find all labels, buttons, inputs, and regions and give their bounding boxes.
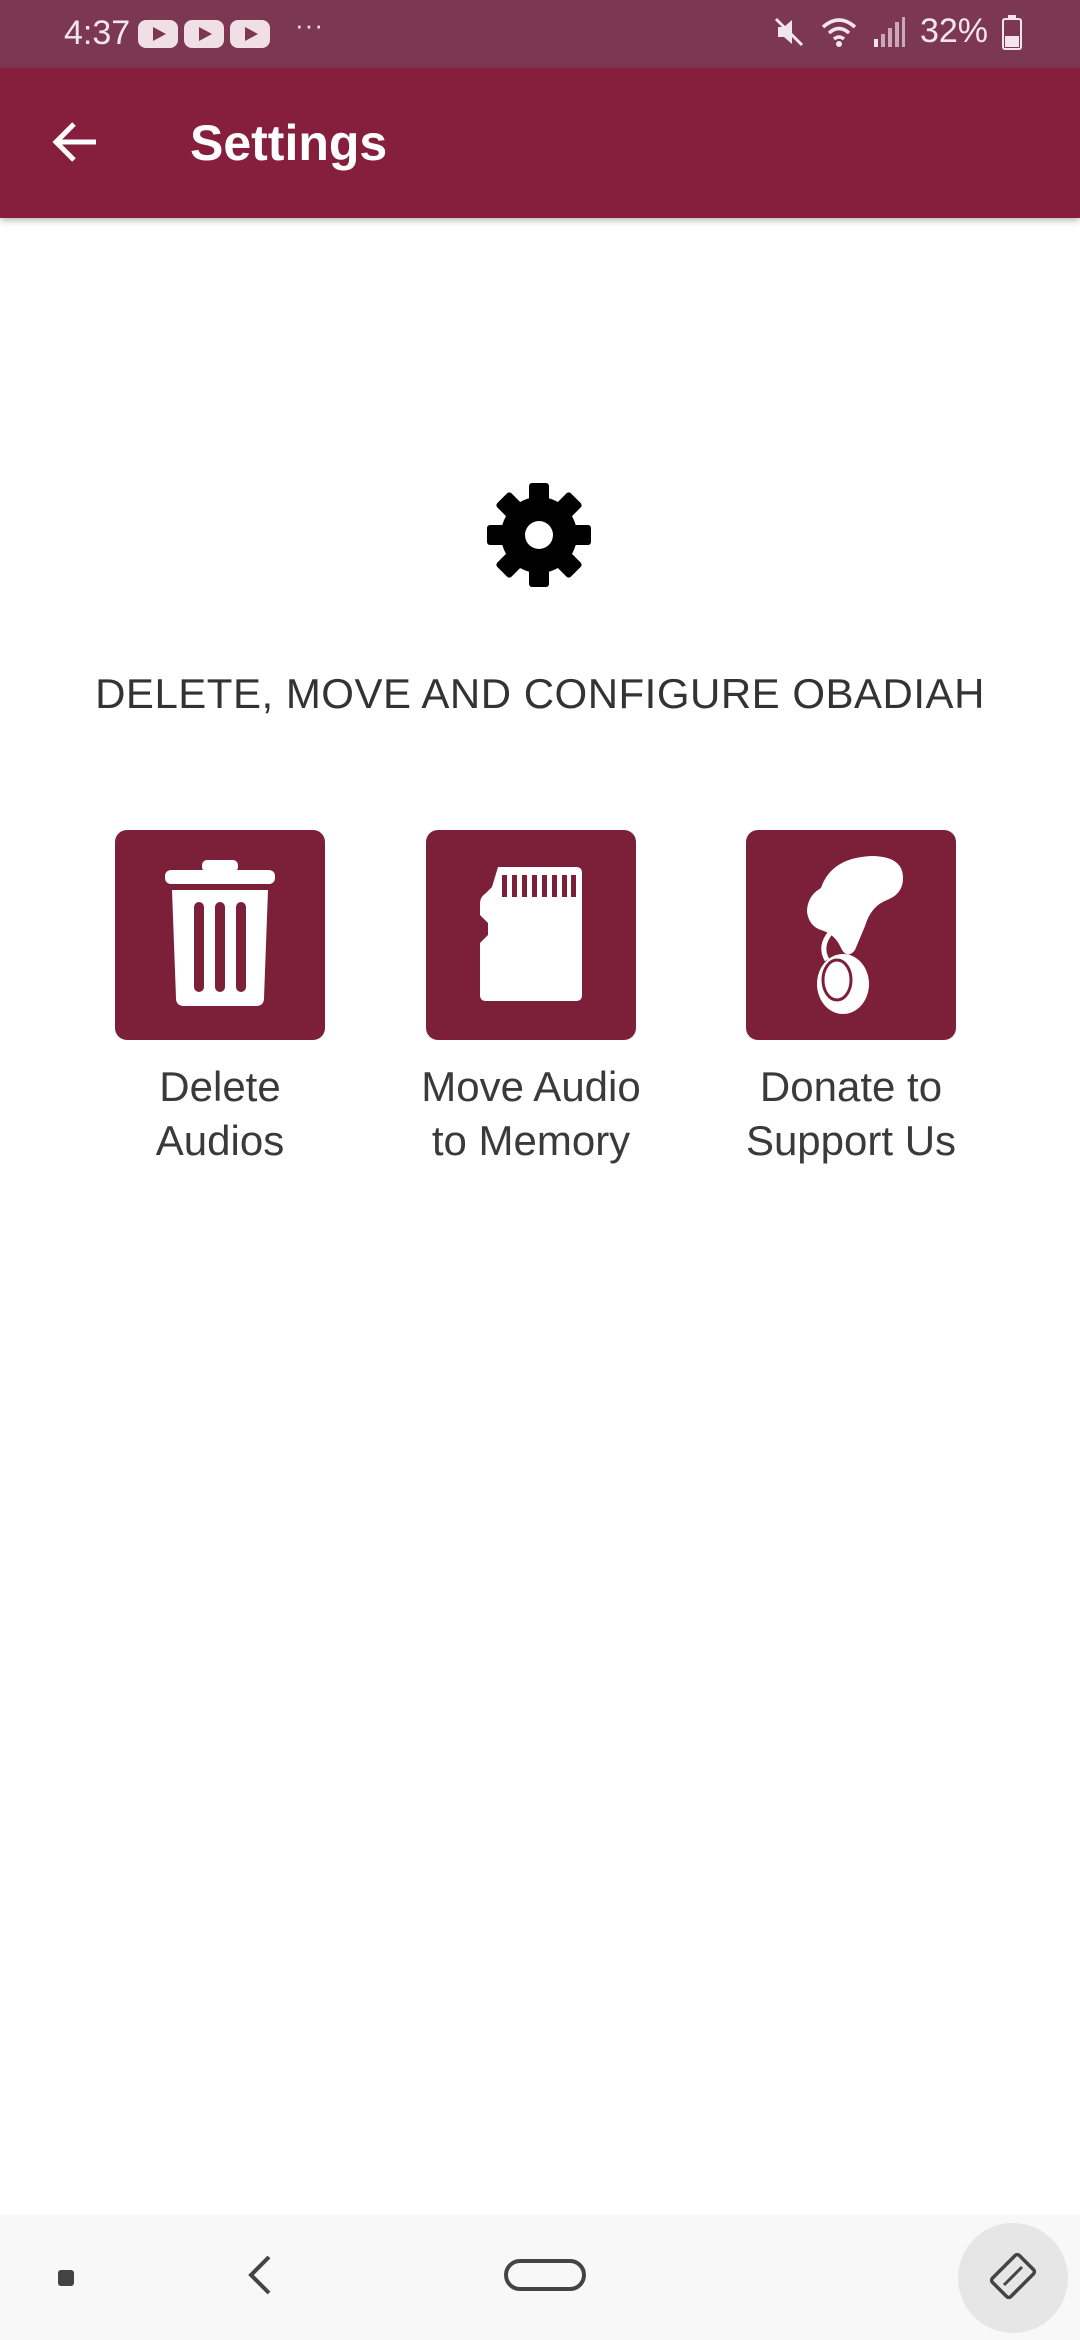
signal-icon (872, 15, 906, 49)
donate-tile[interactable] (746, 830, 956, 1040)
recents-icon (56, 2268, 76, 2293)
wifi-icon (820, 15, 858, 49)
move-audio-label: Move Audio to Memory (421, 1063, 641, 1164)
system-back-button[interactable] (230, 2245, 290, 2309)
move-audio-button[interactable]: Move Audio to Memory (381, 830, 681, 1168)
status-right-icons: 32% (772, 12, 1022, 51)
app-bar: Settings (0, 68, 1080, 218)
donate-button[interactable]: Donate to Support Us (701, 830, 1001, 1168)
gear-icon (484, 480, 594, 590)
navigation-bar (0, 2215, 1080, 2340)
sd-card-icon (476, 863, 586, 1008)
page-title: Settings (190, 115, 388, 171)
back-button[interactable] (40, 112, 110, 176)
section-heading: DELETE, MOVE AND CONFIGURE OBADIAH (95, 670, 985, 717)
home-icon (503, 2258, 587, 2297)
status-bar: 4:37 ··· 32% (0, 0, 1080, 68)
move-audio-tile[interactable] (426, 830, 636, 1040)
rotate-button[interactable] (958, 2223, 1068, 2333)
rotate-icon (988, 2251, 1038, 2306)
status-more-indicator: ··· (295, 10, 324, 40)
arrow-left-icon (50, 120, 100, 169)
youtube-icon (230, 20, 270, 48)
delete-audios-button[interactable]: Delete Audios (70, 830, 370, 1168)
youtube-icon (184, 20, 224, 48)
mute-icon (772, 15, 806, 49)
youtube-icon (138, 20, 178, 48)
battery-icon (1002, 14, 1022, 50)
home-button[interactable] (500, 2245, 590, 2309)
battery-percent: 32% (919, 12, 988, 50)
delete-audios-tile[interactable] (115, 830, 325, 1040)
recents-button[interactable] (36, 2250, 96, 2310)
donate-hand-icon (791, 848, 911, 1023)
back-icon (245, 2253, 275, 2302)
delete-audios-label: Delete Audios (155, 1063, 285, 1164)
donate-label: Donate to Support Us (745, 1063, 957, 1164)
status-time: 4:37 (64, 14, 131, 52)
trash-icon (160, 858, 280, 1013)
